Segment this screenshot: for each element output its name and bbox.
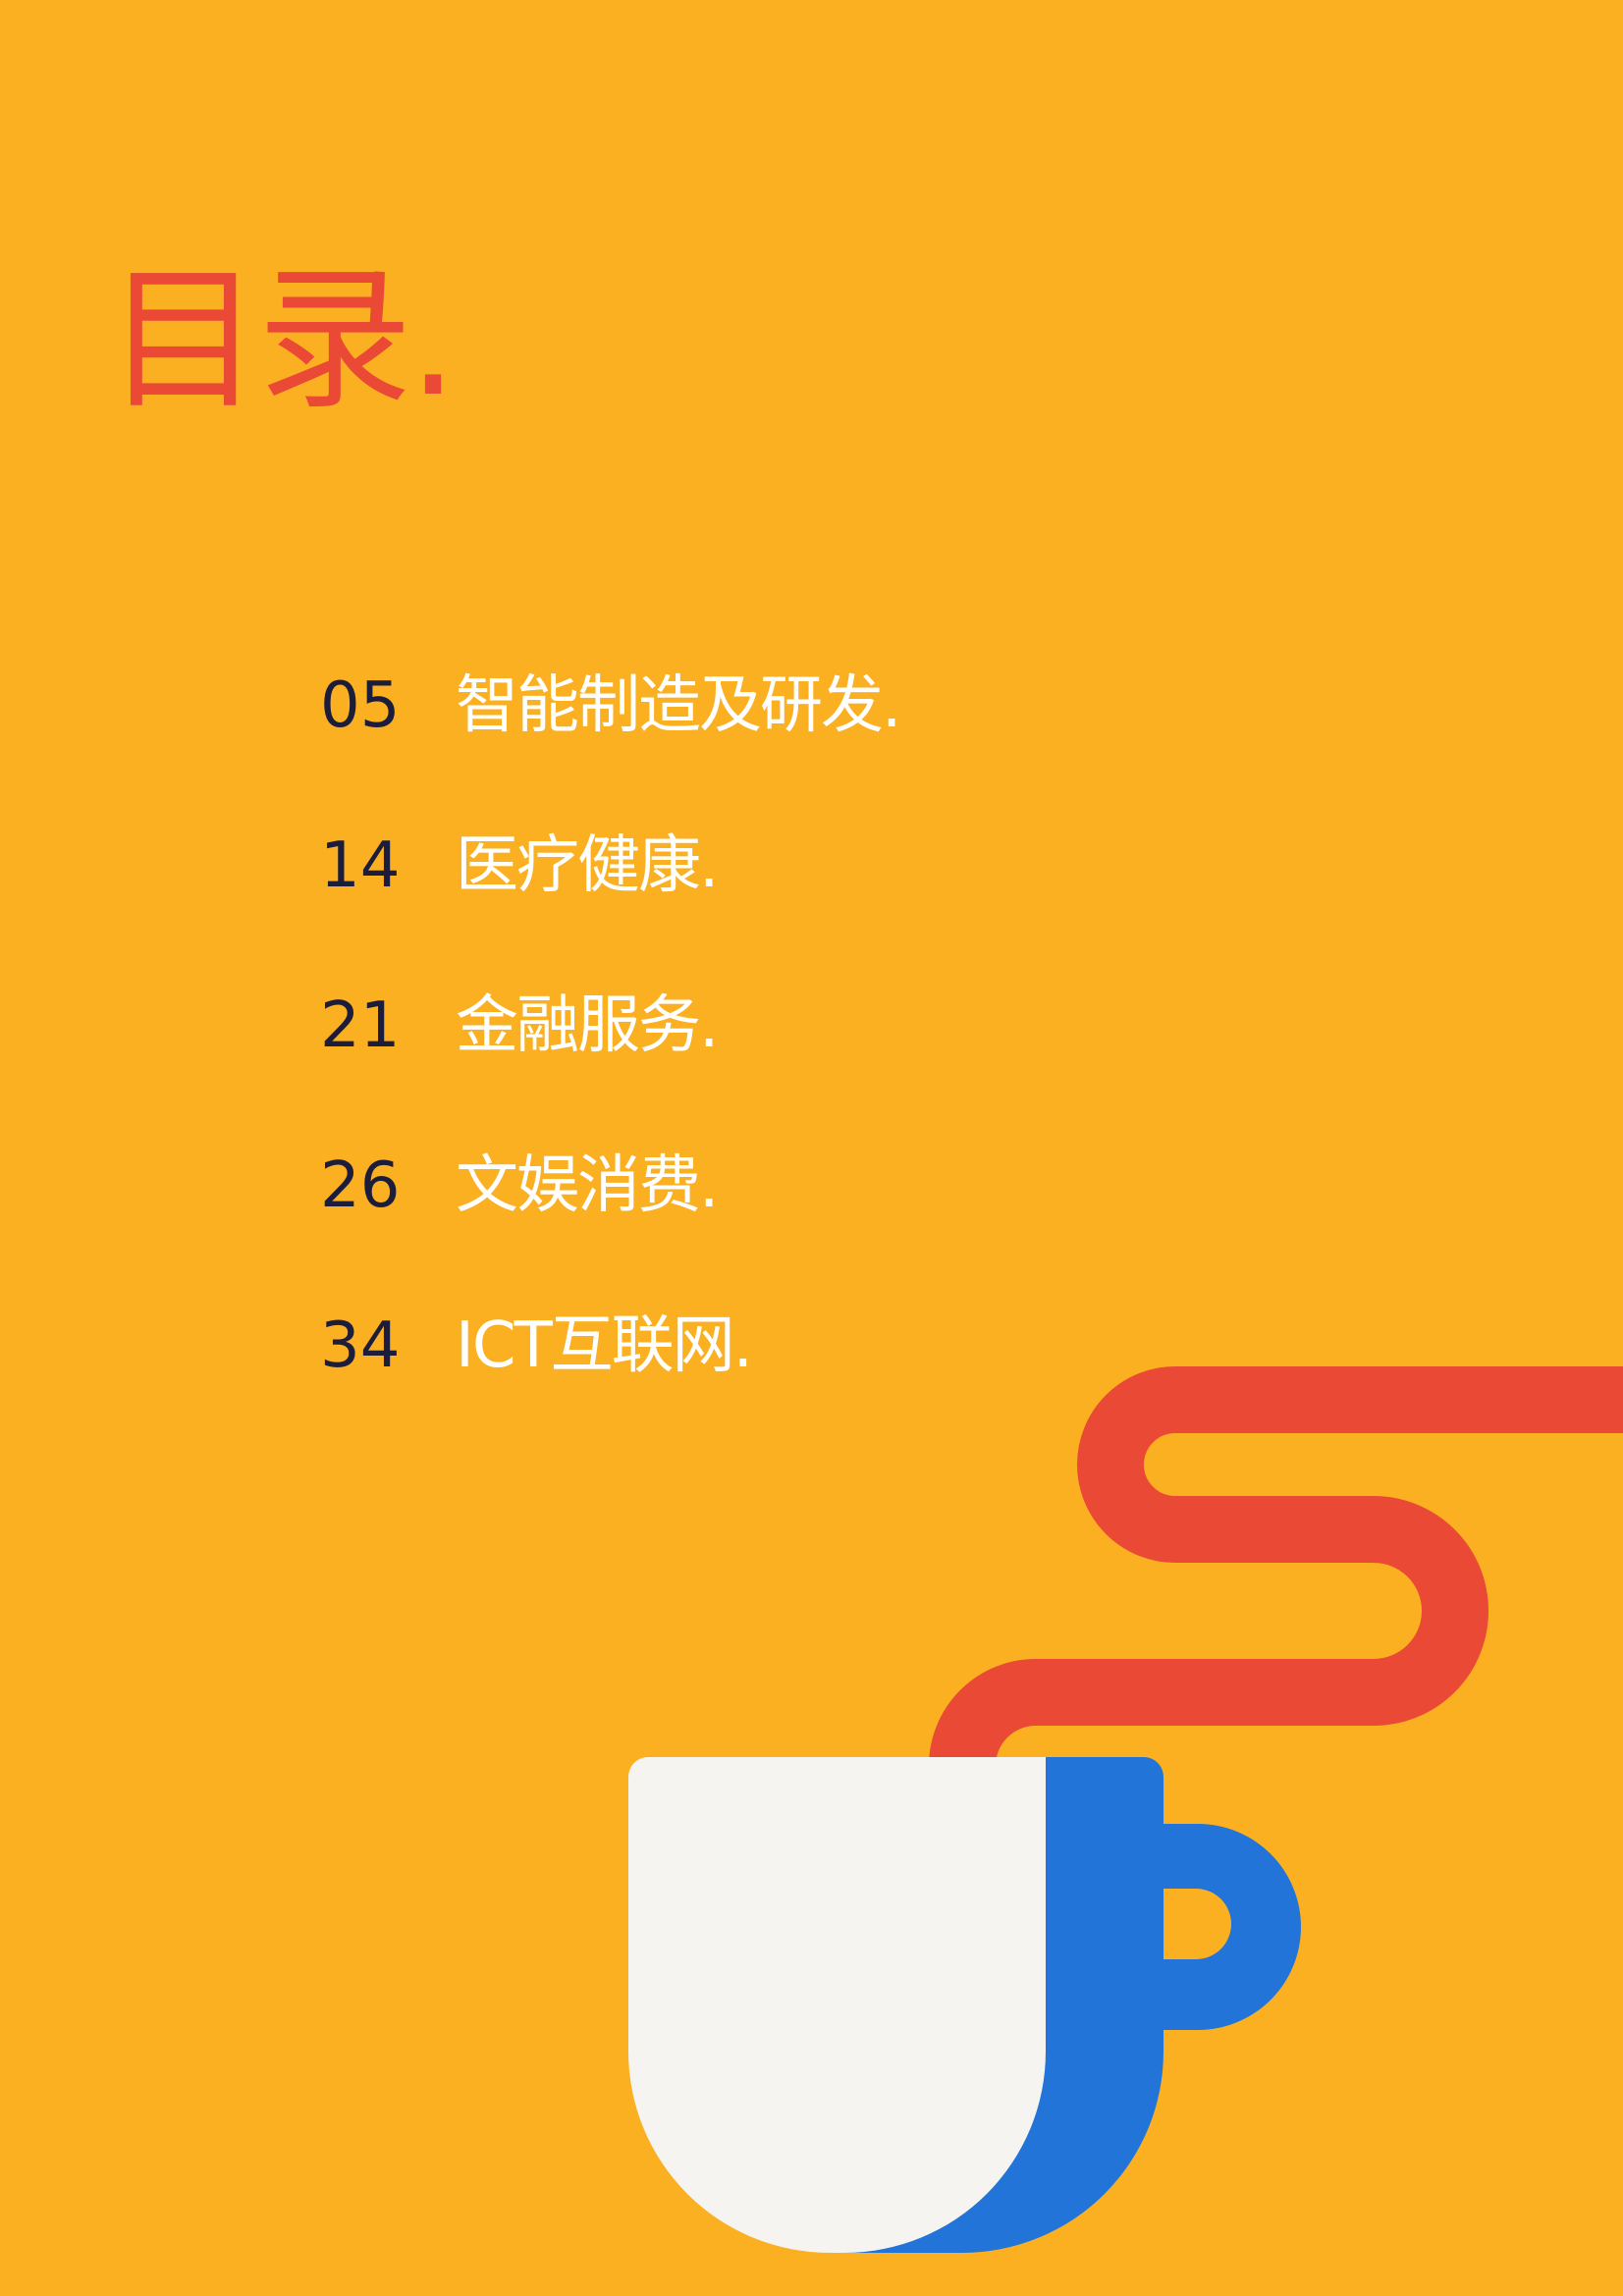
straw-shape [929,1366,1623,1799]
cup-body-shape [628,1757,1046,2253]
toc-page: 目录. 05 智能制造及研发. 14 医疗健康. 21 金融服务. 26 文娱消… [0,0,1623,2296]
coffee-cup-with-straw-icon [628,1366,1623,2253]
cup-handle-shape [1159,1824,1301,2030]
